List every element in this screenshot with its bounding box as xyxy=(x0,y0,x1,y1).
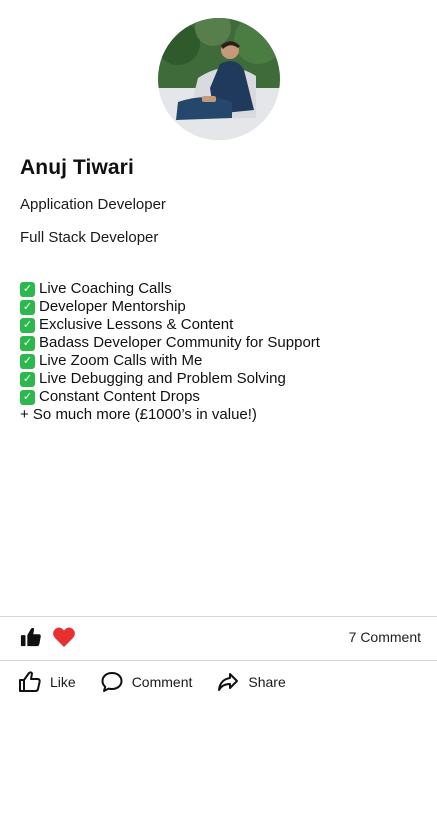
feature-item: ✓ Live Zoom Calls with Me xyxy=(20,352,320,370)
thumbs-up-icon xyxy=(20,627,41,647)
share-label: Share xyxy=(248,674,286,690)
like-label: Like xyxy=(50,674,76,690)
thumbs-up-outline-icon xyxy=(19,671,41,692)
heart-icon xyxy=(53,627,75,647)
profile-role-primary: Application Developer xyxy=(20,196,166,213)
check-mark-icon: ✓ xyxy=(20,335,35,351)
comment-bubble-icon xyxy=(101,672,123,692)
feature-list: ✓ Live Coaching Calls ✓ Developer Mentorsh… xyxy=(20,280,320,424)
divider-top xyxy=(0,616,437,617)
comment-button[interactable]: Comment xyxy=(100,669,193,695)
action-bar: Like Comment Share xyxy=(18,669,310,695)
comment-count[interactable]: 7 Comment xyxy=(349,629,421,645)
feature-item: ✓ Live Coaching Calls xyxy=(20,280,320,298)
check-mark-icon: ✓ xyxy=(20,317,35,333)
share-arrow-icon xyxy=(218,673,239,691)
check-mark-icon: ✓ xyxy=(20,389,35,405)
divider-bottom xyxy=(0,660,437,661)
avatar[interactable] xyxy=(158,18,280,140)
check-mark-icon: ✓ xyxy=(20,299,35,315)
like-button[interactable]: Like xyxy=(18,669,76,695)
post-card: Anuj Tiwari Application Developer Full S… xyxy=(0,0,437,834)
profile-role-secondary: Full Stack Developer xyxy=(20,229,159,246)
check-mark-icon: ✓ xyxy=(20,353,35,369)
feature-item: ✓ Badass Developer Community for Support xyxy=(20,334,320,352)
share-button[interactable]: Share xyxy=(216,669,286,695)
reaction-summary[interactable] xyxy=(20,626,76,648)
profile-name: Anuj Tiwari xyxy=(20,156,134,179)
feature-extra: + So much more (£1000’s in value!) xyxy=(20,406,257,423)
feature-item: ✓ Developer Mentorship xyxy=(20,298,320,316)
feature-item: ✓ Constant Content Drops xyxy=(20,388,320,406)
feature-item: ✓ Live Debugging and Problem Solving xyxy=(20,370,320,388)
check-mark-icon: ✓ xyxy=(20,371,35,387)
comment-label: Comment xyxy=(131,674,193,690)
avatar-photo xyxy=(158,18,280,140)
check-mark-icon: ✓ xyxy=(20,281,35,297)
feature-item: ✓ Exclusive Lessons & Content xyxy=(20,316,320,334)
